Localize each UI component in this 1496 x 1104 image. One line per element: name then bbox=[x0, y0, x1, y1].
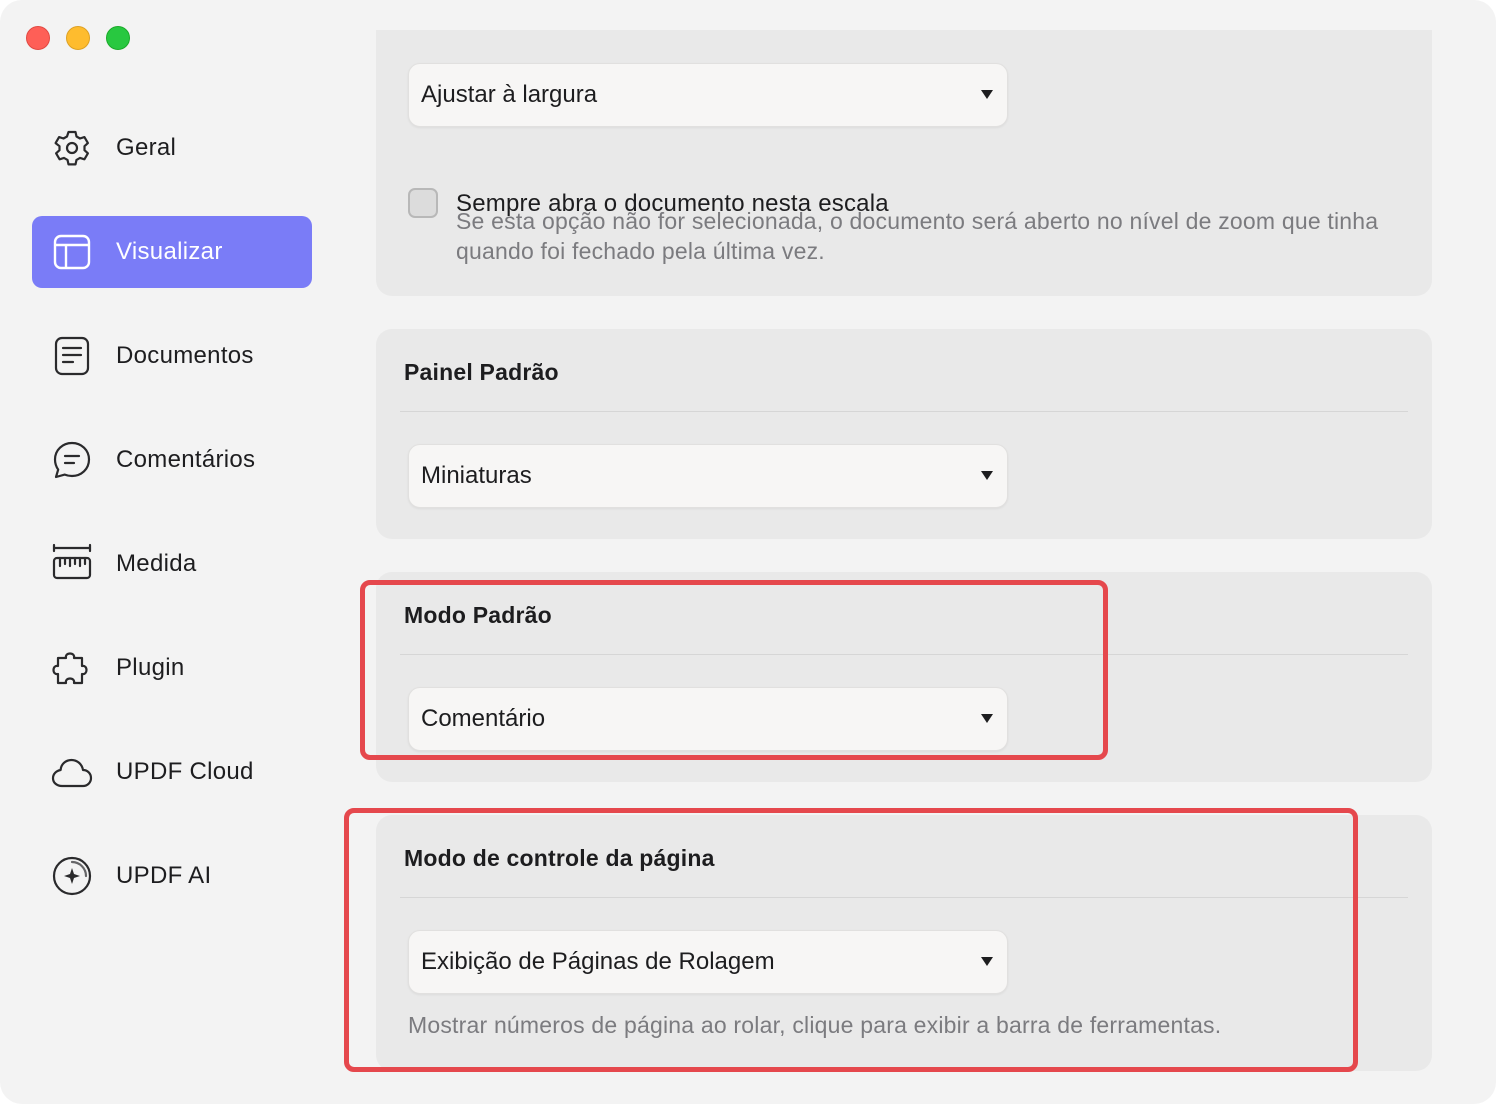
dropdown-arrow-icon bbox=[981, 90, 993, 99]
sidebar-item-geral[interactable]: Geral bbox=[32, 112, 312, 184]
zoom-select[interactable]: Ajustar à largura bbox=[408, 63, 1008, 127]
always-open-at-scale-checkbox[interactable] bbox=[408, 188, 438, 218]
sidebar-item-updf-cloud[interactable]: UPDF Cloud bbox=[32, 736, 312, 808]
sidebar-item-label: UPDF AI bbox=[116, 862, 212, 889]
ai-sparkle-icon bbox=[50, 854, 94, 898]
sidebar-item-documentos[interactable]: Documentos bbox=[32, 320, 312, 392]
dropdown-arrow-icon bbox=[981, 471, 993, 480]
preferences-window: Geral Visualizar Documentos Comentários … bbox=[0, 0, 1496, 1104]
document-icon bbox=[50, 334, 94, 378]
zoom-settings-card: Ajustar à largura Sempre abra o document… bbox=[376, 30, 1432, 296]
ruler-icon bbox=[50, 542, 94, 586]
highlight-box-page-control-mode bbox=[344, 808, 1358, 1072]
sidebar-item-label: Geral bbox=[116, 134, 177, 161]
highlight-box-default-mode bbox=[360, 580, 1108, 760]
layout-icon bbox=[50, 230, 94, 274]
sidebar-item-comentarios[interactable]: Comentários bbox=[32, 424, 312, 496]
sidebar-item-label: Documentos bbox=[116, 342, 254, 369]
gear-icon bbox=[50, 126, 94, 170]
sidebar-item-label: Visualizar bbox=[116, 238, 223, 265]
sidebar-item-visualizar[interactable]: Visualizar bbox=[32, 216, 312, 288]
default-panel-card: Painel Padrão Miniaturas bbox=[376, 329, 1432, 539]
sidebar-item-label: Plugin bbox=[116, 654, 185, 681]
sidebar-item-plugin[interactable]: Plugin bbox=[32, 632, 312, 704]
default-panel-title: Painel Padrão bbox=[404, 359, 559, 385]
zoom-description: Se esta opção não for selecionada, o doc… bbox=[456, 208, 1379, 264]
default-panel-select[interactable]: Miniaturas bbox=[408, 444, 1008, 508]
puzzle-icon bbox=[50, 646, 94, 690]
sidebar-item-label: UPDF Cloud bbox=[116, 758, 254, 785]
cloud-icon bbox=[50, 750, 94, 794]
default-panel-select-value: Miniaturas bbox=[421, 462, 532, 489]
divider bbox=[400, 411, 1408, 412]
sidebar-item-label: Medida bbox=[116, 550, 197, 577]
preferences-content: Ajustar à largura Sempre abra o document… bbox=[340, 0, 1496, 1104]
sidebar-item-label: Comentários bbox=[116, 446, 256, 473]
sidebar-item-medida[interactable]: Medida bbox=[32, 528, 312, 600]
sidebar-item-updf-ai[interactable]: UPDF AI bbox=[32, 840, 312, 912]
sidebar: Geral Visualizar Documentos Comentários … bbox=[0, 0, 340, 1104]
comment-icon bbox=[50, 438, 94, 482]
zoom-select-value: Ajustar à largura bbox=[421, 81, 598, 108]
